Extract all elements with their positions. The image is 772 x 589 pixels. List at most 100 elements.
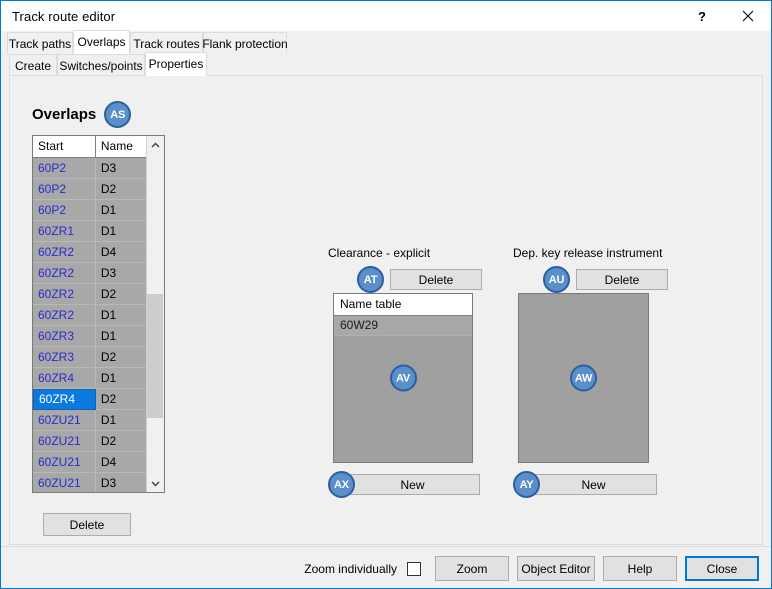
table-row[interactable]: 60ZR1 D1 <box>33 221 146 242</box>
cell-start: 60ZR4 <box>33 368 96 389</box>
badge-ax[interactable]: AX <box>328 471 355 498</box>
tab-label: Overlaps <box>77 35 126 49</box>
tab-flank-protection[interactable]: Flank protection <box>202 32 288 54</box>
dep-key-list[interactable]: AW <box>518 293 649 463</box>
table-row[interactable]: 60ZR3 D2 <box>33 347 146 368</box>
tab-create[interactable]: Create <box>9 54 57 76</box>
cell-start: 60ZU21 <box>33 473 96 492</box>
scrollbar-thumb[interactable] <box>147 294 163 418</box>
badge-at[interactable]: AT <box>357 266 384 293</box>
table-row[interactable]: 60P2 D3 <box>33 158 146 179</box>
cell-name: D1 <box>95 368 146 389</box>
help-button[interactable]: Help <box>603 556 677 581</box>
table-row[interactable]: 60P2 D1 <box>33 200 146 221</box>
badge-ay[interactable]: AY <box>513 471 540 498</box>
dep-key-new-row: AY New <box>513 471 657 498</box>
dep-key-new-button[interactable]: New <box>530 474 657 495</box>
tab-switches-points[interactable]: Switches/points <box>57 54 145 76</box>
tab-overlaps[interactable]: Overlaps <box>73 30 130 54</box>
track-route-editor-window: Track route editor ? Track paths Overlap… <box>0 0 772 589</box>
cell-name: D4 <box>95 452 146 473</box>
tab-label: Track routes <box>133 36 200 51</box>
clearance-new-row: AX New <box>328 471 480 498</box>
chevron-up-icon[interactable] <box>147 136 163 153</box>
table-row[interactable]: 60ZR2 D3 <box>33 263 146 284</box>
question-mark-icon[interactable]: ? <box>679 1 725 31</box>
badge-au[interactable]: AU <box>543 266 570 293</box>
table-row[interactable]: 60ZU21 D2 <box>33 431 146 452</box>
bottom-toolbar: Zoom individually Zoom Object Editor Hel… <box>1 546 771 588</box>
dep-key-delete-button[interactable]: Delete <box>576 269 668 290</box>
dep-key-body-badge-wrap: AW <box>519 364 648 392</box>
cell-start: 60ZR3 <box>33 347 96 368</box>
page-title: Overlaps <box>32 106 97 123</box>
table-row[interactable]: 60ZU21 D1 <box>33 410 146 431</box>
table-row[interactable]: 60ZR2 D2 <box>33 284 146 305</box>
cell-start: 60P2 <box>33 179 96 200</box>
zoom-individually-checkbox[interactable] <box>407 561 421 576</box>
cell-name: D1 <box>95 200 146 221</box>
zoom-individually-label: Zoom individually <box>304 561 397 576</box>
badge-aw[interactable]: AW <box>570 364 597 392</box>
cell-name: D2 <box>95 284 146 305</box>
cell-start: 60ZR4 <box>33 389 96 410</box>
tab-track-routes[interactable]: Track routes <box>130 32 203 54</box>
column-header-name[interactable]: Name <box>95 136 146 158</box>
clearance-name-table[interactable]: Name table 60W29 AV <box>333 293 473 463</box>
cell-name: D2 <box>95 389 146 410</box>
cell-name: D2 <box>95 431 146 452</box>
table-row[interactable]: 60P2 D2 <box>33 179 146 200</box>
tab-properties[interactable]: Properties <box>145 52 207 76</box>
cell-name: D3 <box>95 158 146 179</box>
clearance-body-badge-wrap: AV <box>334 364 472 392</box>
table-row[interactable]: 60ZU21 D3 <box>33 473 146 492</box>
cell-name: D2 <box>95 347 146 368</box>
close-button[interactable]: Close <box>685 556 759 581</box>
clearance-delete-button[interactable]: Delete <box>390 269 482 290</box>
tab-label: Flank protection <box>202 36 288 51</box>
list-item[interactable]: 60W29 <box>334 316 472 336</box>
zoom-button[interactable]: Zoom <box>435 556 509 581</box>
object-editor-button[interactable]: Object Editor <box>517 556 595 581</box>
overlaps-table: Start Name 60P2 D3 60P2 D2 60P2 D1 60ZR1 D1 60ZR… <box>32 135 165 493</box>
cell-start: 60ZR2 <box>33 305 96 326</box>
cell-start: 60P2 <box>33 158 96 179</box>
table-row[interactable]: 60ZR2 D4 <box>33 242 146 263</box>
clearance-list-items: 60W29 <box>334 316 472 336</box>
cell-start: 60ZR2 <box>33 242 96 263</box>
tab-track-paths[interactable]: Track paths <box>7 32 73 54</box>
cell-name: D1 <box>95 305 146 326</box>
badge-as[interactable]: AS <box>104 101 132 128</box>
cell-name: D4 <box>95 242 146 263</box>
tab-label: Switches/points <box>59 58 143 73</box>
cell-name: D1 <box>95 410 146 431</box>
properties-content-panel: Overlaps AS Start Name 60P2 D3 60P2 D2 60P2 D… <box>9 75 763 545</box>
overlaps-header: Overlaps AS <box>32 101 132 128</box>
overlaps-table-header: Start Name <box>33 136 146 158</box>
clearance-toolbar: AT Delete <box>357 266 482 293</box>
overlaps-table-columns: Start Name 60P2 D3 60P2 D2 60P2 D1 60ZR1 D1 60ZR… <box>33 136 146 492</box>
table-row[interactable]: 60ZU21 D4 <box>33 452 146 473</box>
overlaps-table-scrollbar[interactable] <box>146 136 164 492</box>
tab-label: Track paths <box>8 36 72 51</box>
cell-start: 60P2 <box>33 200 96 221</box>
tab-label: Properties <box>148 57 204 71</box>
secondary-tab-bar: Create Switches/points Properties <box>1 52 771 76</box>
close-x-icon[interactable] <box>725 1 771 31</box>
table-row[interactable]: 60ZR3 D1 <box>33 326 146 347</box>
cell-start: 60ZU21 <box>33 410 96 431</box>
table-row[interactable]: 60ZR2 D1 <box>33 305 146 326</box>
delete-overlap-button[interactable]: Delete <box>43 513 131 536</box>
clearance-new-button[interactable]: New <box>345 474 480 495</box>
cell-name: D3 <box>95 473 146 492</box>
cell-start: 60ZU21 <box>33 431 96 452</box>
table-row[interactable]: 60ZR4 D1 <box>33 368 146 389</box>
window-controls: ? <box>679 1 771 31</box>
badge-av[interactable]: AV <box>389 364 417 392</box>
cell-name: D3 <box>95 263 146 284</box>
table-row[interactable]: 60ZR4 D2 <box>33 389 146 410</box>
clearance-list-header: Name table <box>334 294 472 316</box>
column-header-start[interactable]: Start <box>33 136 96 158</box>
chevron-down-icon[interactable] <box>147 475 163 492</box>
dep-key-panel-label: Dep. key release instrument <box>513 246 663 260</box>
